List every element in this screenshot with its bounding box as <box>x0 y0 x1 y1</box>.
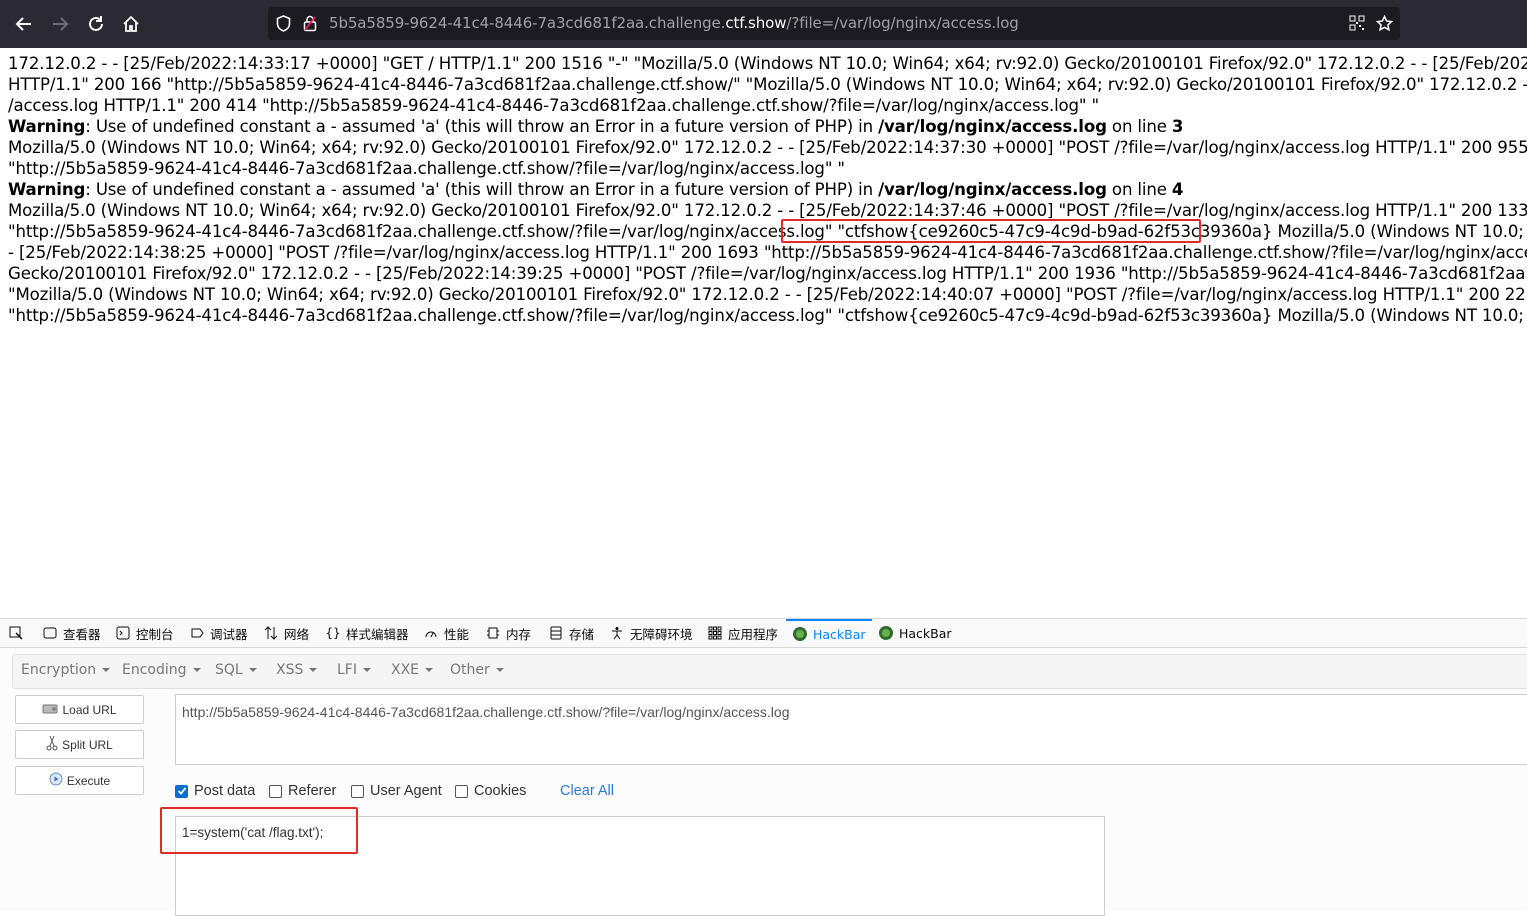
cookies-checkbox[interactable]: Cookies <box>455 783 526 799</box>
referer-checkbox[interactable]: Referer <box>269 783 336 799</box>
tab-debugger[interactable]: 调试器 <box>189 619 248 647</box>
braces-icon: {} <box>325 626 341 640</box>
tab-hackbar[interactable]: HackBar <box>878 619 952 647</box>
checkmark-icon <box>175 784 188 798</box>
hackbar-logo-icon <box>878 625 894 641</box>
url-text[interactable]: 5b5a5859-9624-41c4-8446-7a3cd681f2aa.cha… <box>329 14 1019 32</box>
caret-down-icon <box>102 668 111 672</box>
log-line: "http://5b5a5859-9624-41c4-8446-7a3cd681… <box>8 159 845 178</box>
menu-xss[interactable]: XSS <box>276 662 318 678</box>
log-line: - [25/Feb/2022:14:38:25 +0000] "POST /?f… <box>8 243 1527 262</box>
clear-all-link[interactable]: Clear All <box>560 783 614 799</box>
application-grid-icon <box>707 625 723 641</box>
url-textarea[interactable]: http://5b5a5859-9624-41c4-8446-7a3cd681f… <box>175 694 1527 765</box>
devtools-tabbar: 查看器 控制台 调试器 网络 {} 样式编辑器 性能 内存 存储 无障碍环境 应用… <box>0 618 1527 648</box>
memory-icon <box>485 625 501 641</box>
tab-memory[interactable]: 内存 <box>485 619 531 647</box>
tab-application[interactable]: 应用程序 <box>707 619 778 647</box>
menu-other[interactable]: Other <box>450 662 504 678</box>
log-line: "http://5b5a5859-9624-41c4-8446-7a3cd681… <box>8 222 1527 241</box>
log-line: HTTP/1.1" 200 166 "http://5b5a5859-9624-… <box>8 75 1527 94</box>
caret-down-icon <box>192 668 201 672</box>
tab-hackbar-active[interactable]: HackBar <box>786 619 872 647</box>
caret-down-icon <box>248 668 257 672</box>
reload-icon[interactable] <box>82 10 110 38</box>
tab-console[interactable]: 控制台 <box>115 619 174 647</box>
tab-inspector[interactable]: 查看器 <box>42 619 101 647</box>
console-icon <box>115 625 131 641</box>
user-agent-checkbox[interactable]: User Agent <box>351 783 442 799</box>
payload-highlight-box <box>160 807 358 854</box>
forward-arrow-icon[interactable] <box>46 10 74 38</box>
menu-sql[interactable]: SQL <box>215 662 257 678</box>
log-line: "http://5b5a5859-9624-41c4-8446-7a3cd681… <box>8 306 1527 325</box>
address-bar[interactable]: 5b5a5859-9624-41c4-8446-7a3cd681f2aa.cha… <box>268 7 1400 40</box>
caret-down-icon <box>495 668 504 672</box>
log-line: "Mozilla/5.0 (Windows NT 10.0; Win64; x6… <box>8 285 1527 304</box>
hackbar-menu: Encryption Encoding SQL XSS LFI XXE Othe… <box>12 654 1527 689</box>
flag-highlight-box <box>781 219 1201 243</box>
browser-toolbar: 5b5a5859-9624-41c4-8446-7a3cd681f2aa.cha… <box>0 0 1527 48</box>
element-picker-icon[interactable] <box>8 619 29 647</box>
accessibility-icon <box>609 625 625 641</box>
back-arrow-icon[interactable] <box>10 10 38 38</box>
php-warning: Warning: Use of undefined constant a - a… <box>8 117 1184 136</box>
tab-network[interactable]: 网络 <box>263 619 309 647</box>
log-line: Mozilla/5.0 (Windows NT 10.0; Win64; x64… <box>8 201 1527 220</box>
caret-down-icon <box>309 668 318 672</box>
execute-button[interactable]: Execute <box>15 766 144 795</box>
network-icon <box>263 625 279 641</box>
storage-icon <box>548 625 564 641</box>
menu-encryption[interactable]: Encryption <box>21 662 111 678</box>
debugger-icon <box>189 625 205 641</box>
lock-icon[interactable] <box>303 15 317 36</box>
caret-down-icon <box>425 668 434 672</box>
play-icon <box>49 772 63 789</box>
tab-performance[interactable]: 性能 <box>423 619 469 647</box>
php-warning: Warning: Use of undefined constant a - a… <box>8 180 1184 199</box>
tab-style-editor[interactable]: {} 样式编辑器 <box>325 619 408 647</box>
menu-lfi[interactable]: LFI <box>337 662 371 678</box>
home-icon[interactable] <box>117 10 145 38</box>
post-data-checkbox[interactable]: Post data <box>175 783 255 799</box>
qr-code-icon[interactable] <box>1349 15 1365 35</box>
hackbar-logo-icon <box>792 626 808 642</box>
inspector-icon <box>42 625 58 641</box>
menu-xxe[interactable]: XXE <box>391 662 434 678</box>
shield-icon[interactable] <box>276 15 291 36</box>
log-line: /access.log HTTP/1.1" 200 414 "http://5b… <box>8 96 1100 115</box>
caret-down-icon <box>362 668 371 672</box>
load-url-button[interactable]: Load URL <box>15 695 144 724</box>
scissors-icon <box>46 735 58 754</box>
performance-icon <box>423 625 439 641</box>
tab-storage[interactable]: 存储 <box>548 619 594 647</box>
star-icon[interactable] <box>1375 14 1394 36</box>
page-content: 172.12.0.2 - - [25/Feb/2022:14:33:17 +00… <box>0 48 1527 618</box>
split-url-button[interactable]: Split URL <box>15 730 144 759</box>
load-url-icon <box>42 702 58 717</box>
log-line: Mozilla/5.0 (Windows NT 10.0; Win64; x64… <box>8 138 1527 157</box>
log-line: Gecko/20100101 Firefox/92.0" 172.12.0.2 … <box>8 264 1527 283</box>
hackbar-panel: Encryption Encoding SQL XSS LFI XXE Othe… <box>0 648 1527 916</box>
tab-accessibility[interactable]: 无障碍环境 <box>609 619 693 647</box>
log-line: 172.12.0.2 - - [25/Feb/2022:14:33:17 +00… <box>8 54 1527 73</box>
menu-encoding[interactable]: Encoding <box>122 662 201 678</box>
